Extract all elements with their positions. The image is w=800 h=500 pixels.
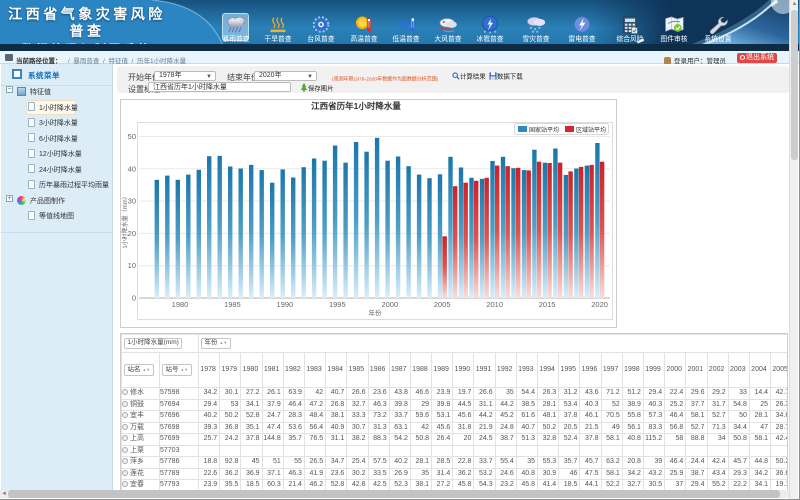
svg-text:1980: 1980 [172, 300, 189, 309]
svg-text:50: 50 [128, 132, 136, 141]
svg-text:2000: 2000 [381, 300, 398, 309]
svg-text:国家站平均: 国家站平均 [529, 126, 559, 134]
svg-text:2005: 2005 [434, 300, 451, 309]
svg-text:区域站平均: 区域站平均 [576, 126, 606, 134]
svg-text:40: 40 [128, 164, 136, 173]
svg-text:1小时降水量（mm）: 1小时降水量（mm） [121, 193, 129, 248]
svg-text:10: 10 [128, 261, 136, 270]
svg-text:江西省历年1小时降水量: 江西省历年1小时降水量 [311, 101, 401, 111]
svg-text:年份: 年份 [369, 308, 383, 317]
svg-text:2010: 2010 [486, 300, 503, 309]
svg-text:0: 0 [132, 294, 136, 303]
svg-text:2020: 2020 [591, 300, 608, 309]
svg-text:2015: 2015 [539, 300, 556, 309]
svg-text:1985: 1985 [224, 300, 241, 309]
svg-text:1995: 1995 [329, 300, 346, 309]
svg-text:1990: 1990 [277, 300, 294, 309]
